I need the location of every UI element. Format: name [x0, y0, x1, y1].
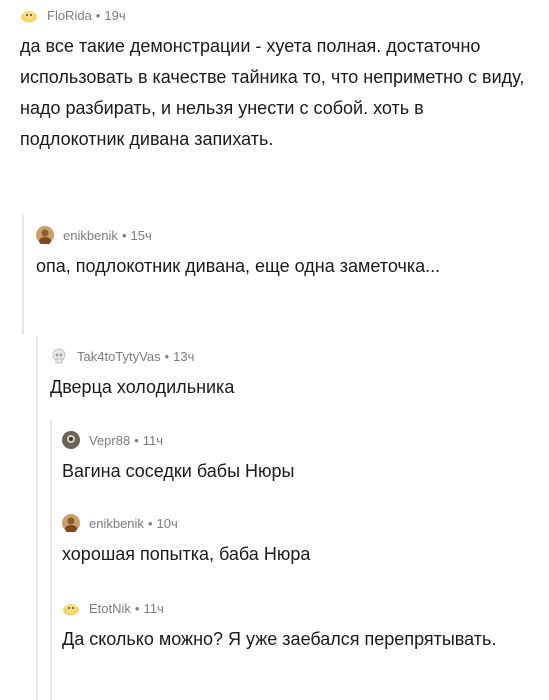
comment-time[interactable]: 15ч: [131, 228, 152, 243]
comment-time[interactable]: 13ч: [173, 349, 194, 364]
comment-text: да все такие демонстрации - хуета полная…: [20, 36, 530, 149]
comment-meta: Vepr88 • 11ч: [62, 430, 549, 450]
comment-text: Да сколько можно? Я уже заебался перепря…: [62, 629, 497, 649]
comment-author[interactable]: EtotNik: [89, 601, 131, 616]
meta-separator: •: [95, 7, 101, 23]
comment-meta: enikbenik • 10ч: [62, 513, 549, 533]
comment-author[interactable]: FloRida: [47, 8, 92, 23]
thread-line[interactable]: [50, 505, 52, 587]
comment-time[interactable]: 10ч: [157, 516, 178, 531]
meta-separator: •: [121, 227, 127, 243]
comment: FloRida • 19ч да все такие демонстрации …: [0, 0, 549, 155]
comment-author[interactable]: enikbenik: [63, 228, 118, 243]
comment-text: хорошая попытка, баба Нюра: [62, 544, 311, 564]
comment-thread: FloRida • 19ч да все такие демонстрации …: [0, 0, 549, 700]
meta-separator: •: [147, 515, 153, 531]
comment-text: Вагина соседки бабы Нюры: [62, 461, 295, 481]
comment-author[interactable]: Vepr88: [89, 433, 130, 448]
comment-author[interactable]: enikbenik: [89, 516, 144, 531]
blob-avatar-icon[interactable]: [62, 599, 80, 617]
blob-avatar-icon[interactable]: [20, 6, 38, 24]
comment-meta: EtotNik • 11ч: [62, 598, 549, 618]
thread-line[interactable]: [50, 590, 52, 700]
thread-line[interactable]: [36, 336, 38, 700]
meta-separator: •: [164, 348, 170, 364]
comment: enikbenik • 10ч хорошая попытка, баба Ню…: [50, 505, 549, 587]
comment-meta: FloRida • 19ч: [20, 5, 549, 25]
comment-text: Дверца холодильника: [50, 377, 235, 397]
meta-separator: •: [134, 600, 140, 616]
comment-meta: Tak4toTytyVas • 13ч: [50, 346, 549, 366]
thread-line[interactable]: [22, 215, 24, 335]
comment-time[interactable]: 19ч: [104, 8, 125, 23]
user-photo-avatar-icon[interactable]: [36, 226, 54, 245]
comment-text: опа, подлокотник дивана, еще одна замето…: [36, 256, 441, 276]
comment: EtotNik • 11ч Да сколько можно? Я уже за…: [50, 590, 549, 700]
user-photo-avatar-icon[interactable]: [62, 514, 80, 533]
skull-avatar-icon[interactable]: [50, 347, 68, 365]
comment-meta: enikbenik • 15ч: [36, 225, 549, 245]
comment: enikbenik • 15ч опа, подлокотник дивана,…: [22, 215, 549, 335]
comment-time[interactable]: 11ч: [143, 601, 163, 616]
meta-separator: •: [134, 432, 139, 448]
comment-time[interactable]: 11ч: [143, 433, 163, 448]
comment-author[interactable]: Tak4toTytyVas: [77, 349, 161, 364]
user-photo-avatar-icon[interactable]: [62, 431, 80, 449]
